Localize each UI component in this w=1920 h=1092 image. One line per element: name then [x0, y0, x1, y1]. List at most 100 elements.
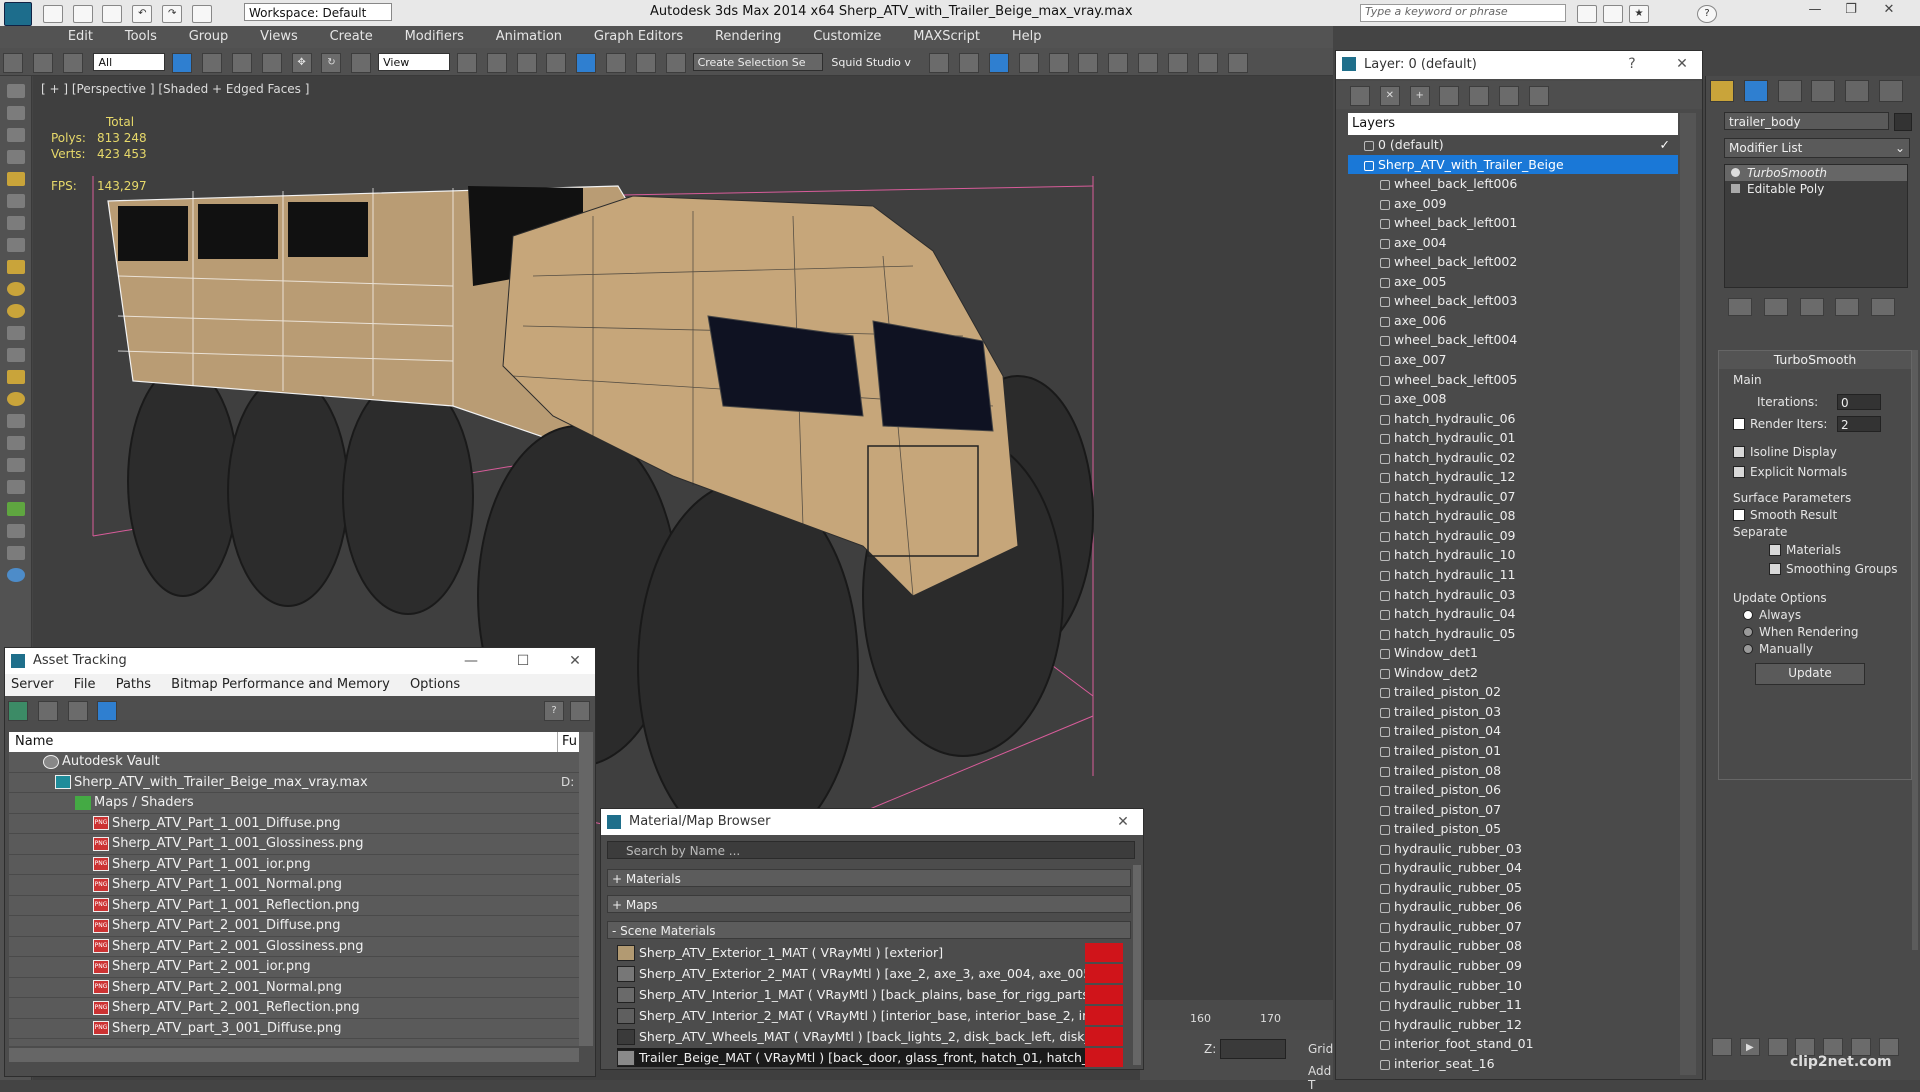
list-view-icon[interactable]: [37, 701, 58, 721]
layer-scrollbar[interactable]: [1680, 113, 1696, 1075]
layer-object-row[interactable]: hatch_hydraulic_05: [1348, 624, 1678, 644]
strip-tool-icon[interactable]: [7, 436, 25, 450]
menu-group[interactable]: Group: [175, 26, 243, 48]
keyboard-shortcut-icon[interactable]: [516, 53, 537, 73]
delete-layer-icon[interactable]: ✕: [1379, 86, 1400, 106]
undo-icon[interactable]: ↶: [132, 5, 153, 23]
material-item[interactable]: Sherp_ATV_Interior_1_MAT ( VRayMtl ) [ba…: [617, 985, 1123, 1004]
manipulate-icon[interactable]: [486, 53, 507, 73]
squid-studio-button[interactable]: Squid Studio v: [826, 53, 923, 71]
layer-object-row[interactable]: trailed_piston_06: [1348, 780, 1678, 800]
hide-layers-icon[interactable]: [1499, 86, 1520, 106]
key-tools-icon[interactable]: [1603, 5, 1623, 23]
move-icon[interactable]: ✥: [291, 53, 312, 73]
menu-tools[interactable]: Tools: [111, 26, 171, 48]
material-item[interactable]: Sherp_ATV_Interior_2_MAT ( VRayMtl ) [in…: [617, 1006, 1123, 1025]
select-object-icon[interactable]: [172, 53, 193, 73]
layer-object-row[interactable]: hatch_hydraulic_03: [1348, 585, 1678, 605]
render-setup-icon[interactable]: [1138, 53, 1159, 73]
lightbulb-icon[interactable]: [1731, 168, 1740, 177]
snaps-toggle-icon[interactable]: [546, 53, 567, 73]
strip-helper-icon[interactable]: [7, 568, 25, 582]
material-item[interactable]: Sherp_ATV_Exterior_1_MAT ( VRayMtl ) [ex…: [617, 943, 1123, 962]
strip-tool-icon[interactable]: [7, 326, 25, 340]
close-button[interactable]: ✕: [1874, 2, 1904, 22]
strip-particle-icon[interactable]: [7, 502, 25, 516]
column-name[interactable]: Name: [9, 734, 53, 749]
layer-object-row[interactable]: axe_005: [1348, 272, 1678, 292]
layer-object-row[interactable]: trailed_piston_05: [1348, 819, 1678, 839]
layer-object-row[interactable]: hydraulic_rubber_05: [1348, 878, 1678, 898]
menu-graph-editors[interactable]: Graph Editors: [580, 26, 697, 48]
group-scene-materials[interactable]: - Scene Materials: [607, 921, 1131, 939]
save-file-icon[interactable]: [102, 5, 123, 23]
select-by-name-icon[interactable]: [202, 53, 223, 73]
table-row[interactable]: PNG Sherp_ATV_Part_1_001_ior.png: [9, 855, 579, 875]
motion-tab-icon[interactable]: [1811, 80, 1836, 102]
layer-object-row[interactable]: hatch_hydraulic_08: [1348, 506, 1678, 526]
table-row[interactable]: PNG Sherp_ATV_Part_1_001_Normal.png: [9, 875, 579, 896]
rotate-icon[interactable]: ↻: [321, 53, 342, 73]
update-manually-radio[interactable]: [1743, 643, 1753, 654]
strip-tool-icon[interactable]: [7, 150, 25, 164]
render-iters-checkbox[interactable]: [1733, 417, 1745, 430]
layer-object-row[interactable]: hydraulic_rubber_10: [1348, 976, 1678, 996]
asset-tracking-titlebar[interactable]: Asset Tracking — ☐ ✕: [5, 648, 595, 674]
explicit-normals-checkbox[interactable]: [1733, 465, 1745, 478]
layers-column-header[interactable]: Layers: [1348, 113, 1678, 135]
hierarchy-tab-icon[interactable]: [1777, 80, 1802, 102]
redo-icon[interactable]: ↷: [162, 5, 183, 23]
reference-coordinate-dropdown[interactable]: View: [378, 53, 451, 71]
strip-tool-icon[interactable]: [7, 194, 25, 208]
mirror-icon[interactable]: [929, 53, 950, 73]
material-item[interactable]: Trailer_Beige_MAT ( VRayMtl ) [back_door…: [617, 1048, 1123, 1067]
isoline-checkbox[interactable]: [1733, 445, 1745, 458]
table-row[interactable]: PNG Sherp_ATV_Part_2_001_Diffuse.png: [9, 916, 579, 937]
layer-object-row[interactable]: hatch_hydraulic_07: [1348, 487, 1678, 507]
asset-vertical-scrollbar[interactable]: [579, 732, 593, 1046]
menu-modifiers[interactable]: Modifiers: [391, 26, 478, 48]
layer-object-row[interactable]: axe_007: [1348, 350, 1678, 370]
selection-filter-dropdown[interactable]: All: [93, 53, 166, 71]
highlight-layer-icon[interactable]: [1469, 86, 1490, 106]
add-to-layer-icon[interactable]: +: [1409, 86, 1430, 106]
remove-modifier-icon[interactable]: [1835, 298, 1860, 316]
table-row[interactable]: PNG Sherp_ATV_Part_1_001_Diffuse.png: [9, 814, 579, 834]
help-icon[interactable]: ?: [1697, 5, 1717, 23]
layer-object-row[interactable]: hydraulic_rubber_07: [1348, 917, 1678, 937]
minimize-button[interactable]: —: [1800, 2, 1830, 22]
window-crossing-icon[interactable]: [261, 53, 282, 73]
bind-spacewarp-icon[interactable]: [62, 53, 83, 73]
layer-object-row[interactable]: axe_008: [1348, 389, 1678, 409]
command-panel-scrollbar[interactable]: [1912, 350, 1918, 950]
layer-object-row[interactable]: Window_det2: [1348, 663, 1678, 683]
iterations-spinner[interactable]: 0: [1837, 394, 1881, 410]
go-to-start-icon[interactable]: [1712, 1038, 1732, 1056]
edit-named-selection-icon[interactable]: [665, 53, 686, 73]
modifier-stack-item[interactable]: TurboSmooth: [1725, 165, 1907, 181]
menu-rendering[interactable]: Rendering: [701, 26, 795, 48]
strip-tool-icon[interactable]: [7, 524, 25, 538]
scale-icon[interactable]: [351, 53, 372, 73]
pin-stack-icon[interactable]: [1728, 298, 1752, 316]
render-production-icon[interactable]: [1197, 53, 1218, 73]
refresh-icon[interactable]: [8, 701, 28, 721]
close-button[interactable]: ✕: [1662, 51, 1702, 77]
table-row[interactable]: PNG Sherp_ATV_part_3_001_Diffuse.png: [9, 1019, 579, 1039]
table-row[interactable]: PNG Sherp_ATV_Part_2_001_Normal.png: [9, 978, 579, 998]
align-icon[interactable]: [959, 53, 980, 73]
rectangle-selection-icon[interactable]: [231, 53, 252, 73]
strip-tool-icon[interactable]: [7, 128, 25, 142]
layer-object-row[interactable]: hydraulic_rubber_12: [1348, 1015, 1678, 1035]
settings-icon[interactable]: [570, 701, 590, 721]
layer-object-row[interactable]: wheel_back_left003: [1348, 291, 1678, 311]
layer-object-row[interactable]: hydraulic_rubber_03: [1348, 839, 1678, 859]
keyword-search-input[interactable]: Type a keyword or phrase: [1360, 4, 1566, 22]
layer-manager-icon[interactable]: [988, 53, 1009, 73]
layer-object-row[interactable]: hatch_hydraulic_11: [1348, 565, 1678, 585]
smoothing-groups-checkbox[interactable]: [1769, 562, 1781, 575]
material-search-input[interactable]: Search by Name ...: [607, 841, 1135, 859]
app-menu-icon[interactable]: [4, 2, 32, 26]
show-end-result-icon[interactable]: [1763, 298, 1788, 316]
layer-object-row[interactable]: trailed_piston_01: [1348, 741, 1678, 761]
